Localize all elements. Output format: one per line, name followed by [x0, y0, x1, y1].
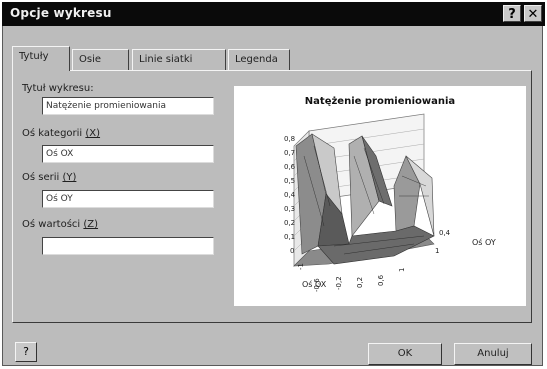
help-title-button[interactable]: ?	[503, 5, 521, 22]
z-tick: 0	[290, 247, 295, 255]
z-tick: 0,5	[284, 177, 296, 185]
title-bar: Opcje wykresu ? ✕	[2, 2, 545, 26]
category-axis-label: Oś kategorii (X)	[22, 128, 101, 139]
chart-title-input[interactable]: Natężenie promieniowania	[42, 97, 214, 115]
tab-axes[interactable]: Osie	[72, 49, 129, 70]
x-tick: -0,2	[335, 276, 343, 290]
tab-legend[interactable]: Legenda	[228, 49, 290, 70]
value-axis-input[interactable]	[42, 237, 214, 255]
y-axis-label: Oś OY	[472, 238, 496, 247]
close-button[interactable]: ✕	[524, 5, 542, 22]
z-tick: 0,1	[284, 233, 296, 241]
z-tick: 0,4	[284, 191, 296, 199]
surface-chart	[293, 113, 435, 267]
z-tick: 0,6	[284, 163, 296, 171]
dialog-title: Opcje wykresu	[10, 6, 112, 20]
help-button[interactable]: ?	[15, 342, 37, 362]
z-tick: 0,2	[284, 219, 296, 227]
chart-title-label: Tytuł wykresu:	[22, 83, 94, 94]
y-tick: 1	[435, 247, 440, 255]
x-tick: 0,6	[377, 274, 385, 286]
x-tick: 0,2	[356, 276, 364, 288]
series-axis-input[interactable]: Oś OY	[42, 190, 214, 208]
z-tick: 0,7	[284, 149, 296, 157]
series-axis-label: Oś serii (Y)	[22, 172, 77, 183]
chart-preview: Natężenie promieniowania 0,8 0,7 0,6 0,5…	[234, 86, 526, 306]
z-tick: 0,8	[284, 135, 296, 143]
tab-gridlines[interactable]: Linie siatki	[132, 49, 226, 70]
category-axis-input[interactable]: Oś OX	[42, 145, 214, 163]
z-tick: 0,3	[284, 205, 296, 213]
x-axis-label: Oś OX	[302, 280, 327, 289]
y-tick: 0,4	[439, 229, 451, 237]
x-tick: -1	[297, 263, 305, 270]
cancel-button[interactable]: Anuluj	[454, 343, 532, 365]
ok-button[interactable]: OK	[368, 343, 442, 365]
x-tick: 1	[398, 267, 406, 272]
value-axis-label: Oś wartości (Z)	[22, 219, 99, 230]
tab-titles[interactable]: Tytuły	[12, 46, 70, 71]
